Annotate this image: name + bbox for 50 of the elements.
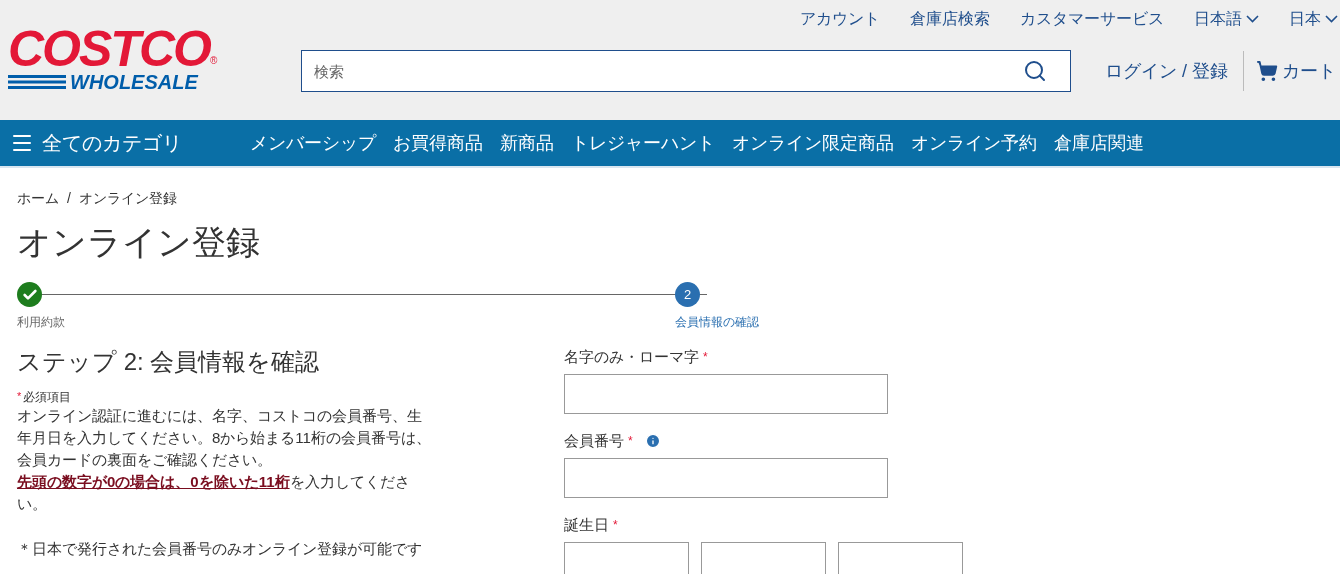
utility-link[interactable]: カスタマーサービス xyxy=(1020,6,1164,31)
field-label: 会員番号 xyxy=(564,430,624,451)
required-mark: * xyxy=(628,433,633,450)
instructions-text: オンライン認証に進むには、名字、コストコの会員番号、生年月日を入力してください。8から始まる11桁の会員番号は、会員カードの裏面をご確認ください。 先頭の数字が0の場合は、0を除いた11桁を入力してください。 xyxy=(17,406,432,514)
nav-item[interactable]: オンライン予約 xyxy=(911,129,1037,157)
date-select[interactable] xyxy=(564,542,689,574)
login-link[interactable]: ログイン / 登録 xyxy=(1105,57,1228,85)
logo-subtitle: WHOLESALE xyxy=(70,72,198,92)
nav-item[interactable]: トレジャーハント xyxy=(571,129,715,157)
chevron-down-icon xyxy=(1325,14,1338,23)
logo[interactable]: COSTCO® WHOLESALE xyxy=(8,26,258,92)
cart-icon xyxy=(1256,60,1278,82)
note-text: ＊日本で発行された会員番号のみオンライン登録が可能です xyxy=(17,539,423,559)
all-categories-menu[interactable]: 全てのカテゴリ xyxy=(0,128,250,158)
step-label: 会員情報の確認 xyxy=(675,314,759,331)
nav-item[interactable]: お買得商品 xyxy=(393,129,483,157)
step-heading: ステップ 2: 会員情報を確認 xyxy=(17,347,321,377)
nav-item[interactable]: 倉庫店関連 xyxy=(1054,129,1144,157)
search-icon[interactable] xyxy=(1023,59,1047,83)
info-icon[interactable] xyxy=(644,433,661,449)
utility-link[interactable]: 日本語 xyxy=(1194,6,1259,31)
text-field[interactable] xyxy=(564,374,888,414)
step-label: 利用約款 xyxy=(17,314,65,331)
search-field[interactable]: 検索 xyxy=(301,50,1071,92)
chevron-down-icon xyxy=(1246,14,1259,23)
breadcrumb-separator: / xyxy=(67,188,71,208)
nav-item[interactable]: 新商品 xyxy=(500,129,554,157)
breadcrumb-link[interactable]: ホーム xyxy=(17,187,59,209)
stripes-icon xyxy=(8,74,66,90)
date-select[interactable] xyxy=(838,542,963,574)
required-mark: * xyxy=(17,389,22,404)
date-select[interactable] xyxy=(701,542,826,574)
field-label: 名字のみ・ローマ字 xyxy=(564,346,699,367)
instructions-link[interactable]: 先頭の数字が0の場合は、0を除いた11桁 xyxy=(17,473,290,490)
required-note: 必須項目 xyxy=(23,389,72,406)
page-title: オンライン登録 xyxy=(17,222,261,263)
cart-link[interactable]: カート xyxy=(1256,57,1336,85)
text-field[interactable] xyxy=(564,458,888,498)
step-number: 2 xyxy=(675,282,700,307)
required-mark: * xyxy=(613,517,618,534)
breadcrumb-link[interactable]: オンライン登録 xyxy=(78,187,177,209)
utility-link[interactable]: 日本 xyxy=(1289,6,1338,31)
registered-mark: ® xyxy=(209,55,218,68)
logo-wordmark: COSTCO xyxy=(8,26,210,72)
nav-item[interactable]: メンバーシップ xyxy=(250,129,376,157)
required-mark: * xyxy=(703,349,708,366)
field-label: 誕生日 xyxy=(564,514,609,535)
utility-link[interactable]: 倉庫店検索 xyxy=(910,6,990,31)
nav-item[interactable]: オンライン限定商品 xyxy=(732,129,894,157)
utility-link[interactable]: アカウント xyxy=(800,6,880,31)
